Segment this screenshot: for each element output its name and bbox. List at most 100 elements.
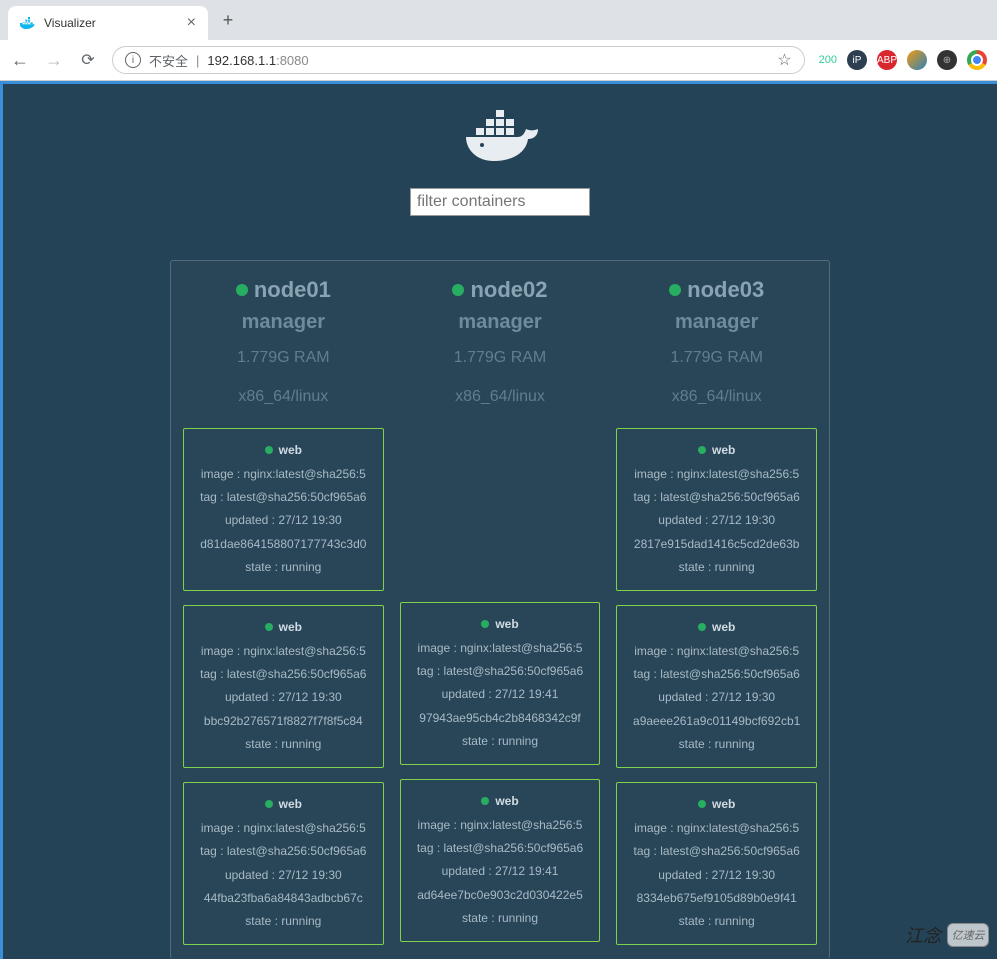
status-dot-icon: [452, 284, 464, 296]
container-updated: updated : 27/12 19:30: [623, 686, 810, 709]
container-state: state : running: [623, 733, 810, 756]
new-tab-button[interactable]: +: [214, 6, 242, 34]
container-updated: updated : 27/12 19:30: [623, 509, 810, 532]
node-role: manager: [400, 311, 601, 334]
reload-button[interactable]: ⟳: [78, 50, 98, 70]
node-header: node03 manager 1.779G RAM x86_64/linux: [616, 277, 817, 412]
container-card[interactable]: webimage : nginx:latest@sha256:5tag : la…: [400, 602, 601, 765]
browser-chrome: Visualizer × + ← → ⟳ i 不安全 | 192.168.1.1…: [0, 0, 997, 81]
container-image: image : nginx:latest@sha256:5: [190, 640, 377, 663]
container-id: 2817e915dad1416c5cd2de63b: [623, 533, 810, 556]
browser-tab[interactable]: Visualizer ×: [8, 6, 208, 40]
container-tag: tag : latest@sha256:50cf965a6: [190, 663, 377, 686]
container-tag: tag : latest@sha256:50cf965a6: [190, 840, 377, 863]
container-card[interactable]: webimage : nginx:latest@sha256:5tag : la…: [183, 605, 384, 768]
status-dot-icon: [481, 620, 489, 628]
node-column: node01manager1.779G RAMx86_64/linuxwebim…: [183, 277, 384, 959]
container-id: a9aeee261a9c01149bcf692cb1: [623, 710, 810, 733]
container-tag: tag : latest@sha256:50cf965a6: [407, 660, 594, 683]
bookmark-star-icon[interactable]: ☆: [777, 50, 791, 70]
container-id: 44fba23fba6a84843adbcb67c: [190, 887, 377, 910]
container-card[interactable]: webimage : nginx:latest@sha256:5tag : la…: [616, 605, 817, 768]
node-name: node03: [669, 277, 764, 303]
container-image: image : nginx:latest@sha256:5: [623, 640, 810, 663]
page-header: [3, 104, 997, 216]
container-image: image : nginx:latest@sha256:5: [190, 463, 377, 486]
service-name: web: [481, 613, 518, 636]
site-info-icon[interactable]: i: [125, 52, 141, 68]
container-image: image : nginx:latest@sha256:5: [407, 637, 594, 660]
service-name: web: [698, 439, 735, 462]
close-tab-icon[interactable]: ×: [187, 14, 196, 32]
container-state: state : running: [190, 910, 377, 933]
status-dot-icon: [698, 446, 706, 454]
ip-extension-icon[interactable]: iP: [847, 50, 867, 70]
node-name: node01: [236, 277, 331, 303]
node-header: node01manager1.779G RAMx86_64/linux: [183, 277, 384, 412]
container-state: state : running: [190, 556, 377, 579]
node-role: manager: [616, 311, 817, 334]
status-badge: 200: [819, 54, 837, 66]
container-image: image : nginx:latest@sha256:5: [190, 817, 377, 840]
node-ram: 1.779G RAM: [616, 344, 817, 373]
container-card[interactable]: webimage : nginx:latest@sha256:5tag : la…: [616, 782, 817, 945]
extension-icon[interactable]: ⊕: [937, 50, 957, 70]
tab-strip: Visualizer × +: [0, 0, 997, 40]
container-state: state : running: [623, 556, 810, 579]
container-card[interactable]: webimage : nginx:latest@sha256:5tag : la…: [616, 428, 817, 591]
container-tag: tag : latest@sha256:50cf965a6: [623, 840, 810, 863]
service-name: web: [265, 616, 302, 639]
service-name: web: [481, 790, 518, 813]
service-name: web: [698, 793, 735, 816]
container-updated: updated : 27/12 19:30: [623, 864, 810, 887]
container-id: 97943ae95cb4c2b8468342c9f: [407, 707, 594, 730]
status-dot-icon: [481, 797, 489, 805]
forward-button[interactable]: →: [44, 50, 64, 70]
node-role: manager: [183, 311, 384, 334]
container-image: image : nginx:latest@sha256:5: [623, 817, 810, 840]
visualizer-page: node01manager1.779G RAMx86_64/linuxwebim…: [0, 81, 997, 959]
service-name: web: [265, 439, 302, 462]
container-state: state : running: [407, 907, 594, 930]
container-image: image : nginx:latest@sha256:5: [623, 463, 810, 486]
extension-icon[interactable]: [907, 50, 927, 70]
container-card[interactable]: webimage : nginx:latest@sha256:5tag : la…: [183, 428, 384, 591]
watermark-text: 江念: [905, 922, 941, 948]
filter-containers-input[interactable]: [410, 188, 590, 216]
tab-title: Visualizer: [44, 16, 96, 30]
docker-favicon-icon: [20, 15, 36, 31]
docker-logo-icon: [460, 104, 540, 164]
container-card[interactable]: webimage : nginx:latest@sha256:5tag : la…: [400, 779, 601, 942]
chrome-extension-icon[interactable]: [967, 50, 987, 70]
container-tag: tag : latest@sha256:50cf965a6: [190, 486, 377, 509]
separator: |: [196, 53, 199, 68]
container-state: state : running: [190, 733, 377, 756]
service-name: web: [698, 616, 735, 639]
container-id: 8334eb675ef9105d89b0e9f41: [623, 887, 810, 910]
status-dot-icon: [265, 623, 273, 631]
container-card[interactable]: webimage : nginx:latest@sha256:5tag : la…: [183, 782, 384, 945]
back-button[interactable]: ←: [10, 50, 30, 70]
status-dot-icon: [698, 623, 706, 631]
address-bar[interactable]: i 不安全 | 192.168.1.1:8080 ☆: [112, 46, 805, 74]
insecure-label: 不安全: [149, 51, 188, 70]
browser-toolbar: ← → ⟳ i 不安全 | 192.168.1.1:8080 ☆ 200 iP …: [0, 40, 997, 80]
container-id: ad64ee7bc0e903c2d030422e5: [407, 884, 594, 907]
abp-extension-icon[interactable]: ABP: [877, 50, 897, 70]
node-arch: x86_64/linux: [616, 383, 817, 412]
watermark: 江念 亿速云: [905, 922, 989, 948]
container-updated: updated : 27/12 19:30: [190, 509, 377, 532]
container-updated: updated : 27/12 19:30: [190, 686, 377, 709]
container-updated: updated : 27/12 19:41: [407, 683, 594, 706]
nodes-container: node01manager1.779G RAMx86_64/linuxwebim…: [170, 260, 830, 959]
status-dot-icon: [265, 800, 273, 808]
extension-icons: 200 iP ABP ⊕: [819, 50, 987, 70]
container-id: d81dae864158807177743c3d0: [190, 533, 377, 556]
url-text: 192.168.1.1:8080: [207, 53, 308, 68]
empty-slot: [400, 428, 601, 588]
node-ram: 1.779G RAM: [183, 344, 384, 373]
status-dot-icon: [669, 284, 681, 296]
container-image: image : nginx:latest@sha256:5: [407, 814, 594, 837]
status-dot-icon: [265, 446, 273, 454]
container-state: state : running: [623, 910, 810, 933]
